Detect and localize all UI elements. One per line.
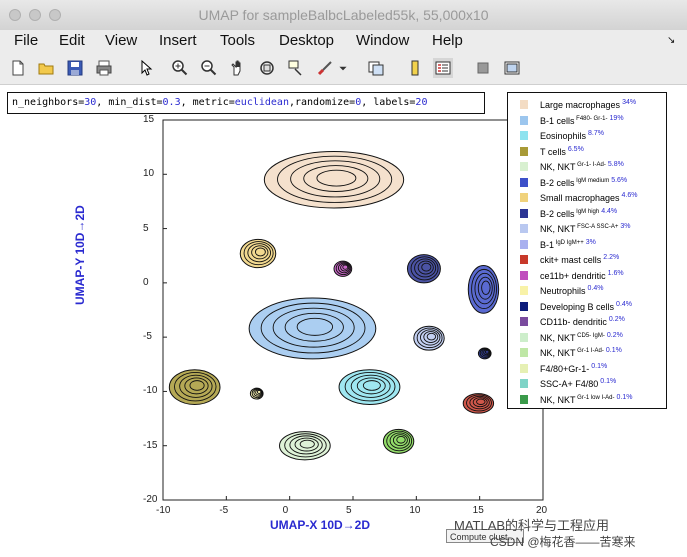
legend-entry[interactable]: Eosinophils 8.7%: [508, 129, 668, 145]
legend-label: CD11b- dendritic 0.2%: [540, 316, 625, 327]
legend-swatch: [520, 115, 528, 125]
legend-label: F4/80+Gr-1- 0.1%: [540, 362, 608, 374]
cluster-legend[interactable]: Large macrophages 34% B-1 cells F480- Gr-1…: [507, 92, 667, 409]
legend-entry[interactable]: CD11b- dendritic 0.2%: [508, 315, 668, 331]
legend-label: B-2 cells IgM medium 5.6%: [540, 176, 628, 188]
legend-swatch: [520, 177, 528, 187]
legend-swatch: [520, 363, 528, 373]
legend-entry[interactable]: Developing B cells 0.4%: [508, 300, 668, 316]
legend-swatch: [520, 100, 528, 109]
legend-swatch: [520, 131, 528, 140]
cluster-large-macrophages: [263, 150, 405, 209]
legend-label: NK, NKT Gr-1 low I-Ad- 0.1%: [540, 393, 633, 405]
legend-swatch: [520, 286, 528, 295]
legend-label: Neutrophils 0.4%: [540, 285, 604, 296]
legend-label: NK, NKT Gr-1 I-Ad- 0.1%: [540, 347, 622, 358]
legend-entry[interactable]: NK, NKT FSC-A SSC-A+ 3%: [508, 222, 668, 238]
legend-label: SSC-A+ F4/80 0.1%: [540, 378, 617, 389]
legend-label: Developing B cells 0.4%: [540, 300, 633, 312]
legend-entry[interactable]: B-2 cells IgM high 4.4%: [508, 207, 668, 223]
legend-entry[interactable]: B-1 IgD IgM++ 3%: [508, 238, 668, 254]
legend-entry[interactable]: NK, NKT CD5- IgM- 0.2%: [508, 331, 668, 347]
legend-entry[interactable]: ckit+ mast cells 2.2%: [508, 253, 668, 269]
y-tick-label: 15: [143, 114, 155, 125]
legend-entry[interactable]: B-1 cells F480- Gr-1- 19%: [508, 114, 668, 130]
legend-entry[interactable]: Small macrophages 4.6%: [508, 191, 668, 207]
legend-swatch: [520, 239, 528, 249]
legend-swatch: [520, 332, 528, 342]
legend-swatch: [520, 394, 528, 404]
legend-swatch: [520, 270, 528, 280]
y-axis-label: UMAP-Y 10D→2D: [73, 205, 87, 305]
legend-swatch: [520, 193, 528, 202]
legend-swatch: [520, 162, 528, 171]
watermark-title: MATLAB的科学与工程应用: [454, 518, 610, 533]
legend-label: ckit+ mast cells 2.2%: [540, 254, 620, 265]
legend-entry[interactable]: Large macrophages 34%: [508, 98, 668, 114]
legend-label: Small macrophages 4.6%: [540, 192, 638, 203]
x-tick-label: 5: [346, 505, 352, 516]
legend-label: NK, NKT Gr-1- I-Ad- 5.8%: [540, 161, 624, 172]
x-tick-label: -5: [219, 505, 229, 516]
legend-label: NK, NKT CD5- IgM- 0.2%: [540, 331, 623, 343]
legend-swatch: [520, 146, 528, 156]
x-axis-label: UMAP-X 10D→2D: [270, 518, 371, 532]
legend-label: B-1 cells F480- Gr-1- 19%: [540, 114, 624, 126]
legend-swatch: [520, 301, 528, 311]
legend-label: Eosinophils 8.7%: [540, 130, 604, 141]
legend-entry[interactable]: B-2 cells IgM medium 5.6%: [508, 176, 668, 192]
legend-swatch: [520, 348, 528, 357]
legend-swatch: [520, 317, 528, 326]
legend-entry[interactable]: NK, NKT Gr-1 I-Ad- 0.1%: [508, 346, 668, 362]
legend-label: B-2 cells IgM high 4.4%: [540, 207, 618, 219]
legend-label: B-1 IgD IgM++ 3%: [540, 238, 596, 250]
y-tick-label: 0: [143, 276, 149, 288]
umap-figure-window: UMAP for sampleBalbcLabeled55k, 55,000x1…: [0, 0, 687, 557]
legend-swatch: [520, 224, 528, 233]
y-tick-label: -15: [143, 439, 158, 451]
y-tick-label: -5: [143, 331, 152, 343]
legend-entry[interactable]: Neutrophils 0.4%: [508, 284, 668, 300]
y-tick-label: -20: [143, 494, 158, 505]
cluster-b-1-cells-f480-gr-1: [248, 297, 377, 360]
legend-entry[interactable]: SSC-A+ F4/80 0.1%: [508, 377, 668, 393]
y-tick-label: 5: [143, 222, 149, 234]
watermark-credit: CSDN @梅花香——苦寒来: [490, 535, 636, 549]
legend-entry[interactable]: ce11b+ dendritic 1.6%: [508, 269, 668, 285]
legend-entry[interactable]: NK, NKT Gr-1 low I-Ad- 0.1%: [508, 393, 668, 409]
legend-label: T cells 6.5%: [540, 145, 584, 157]
legend-swatch: [520, 379, 528, 388]
legend-label: Large macrophages 34%: [540, 99, 637, 110]
y-tick-label: -10: [143, 385, 158, 397]
x-tick-label: -10: [156, 505, 171, 516]
legend-entry[interactable]: T cells 6.5%: [508, 145, 668, 161]
legend-swatch: [520, 208, 528, 218]
legend-label: ce11b+ dendritic 1.6%: [540, 269, 624, 281]
legend-label: NK, NKT FSC-A SSC-A+ 3%: [540, 223, 631, 234]
x-tick-label: 0: [282, 505, 289, 516]
x-tick-label: 10: [409, 505, 421, 516]
legend-swatch: [520, 255, 528, 264]
legend-entry[interactable]: NK, NKT Gr-1- I-Ad- 5.8%: [508, 160, 668, 176]
y-tick-label: 10: [143, 168, 155, 180]
legend-entry[interactable]: F4/80+Gr-1- 0.1%: [508, 362, 668, 378]
